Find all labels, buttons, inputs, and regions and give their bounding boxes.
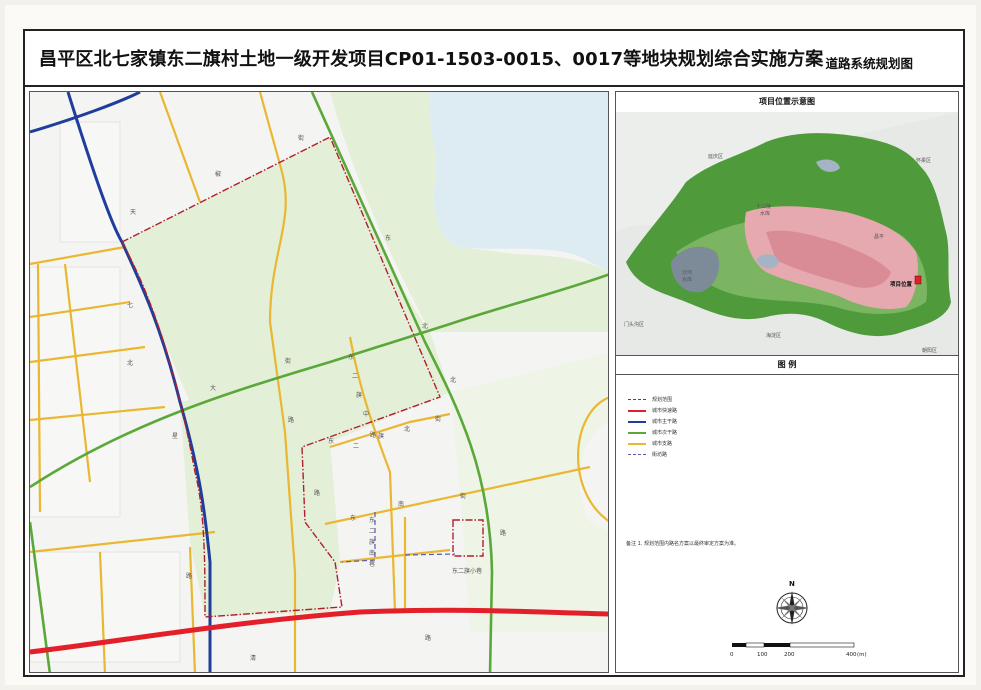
street-label: 东 [348,353,354,361]
scale-bar: 0 100 200 400 (m) [726,637,876,667]
street-label: 路 [500,529,506,537]
water-area [429,92,608,271]
main-map[interactable]: 街 椒 天 东 北 七 大 街 东 二 旗 中 路 北 路 东 二 旗 北 街 … [29,91,609,673]
legend-label: 街坊路 [652,452,668,458]
title-bar: 昌平区北七家镇东二旗村土地一级开发项目CP01-1503-0015、0017等地… [25,31,963,87]
road-network-svg: 街 椒 天 东 北 七 大 街 东 二 旗 中 路 北 路 东 二 旗 北 街 … [30,92,608,672]
expressway-swatch [628,409,646,412]
street-label: 北 [127,359,133,367]
place-label: 怀柔区 [916,157,931,164]
street-swatch [628,454,646,455]
street-label: 街 [298,134,304,142]
street-label: 东 [385,234,391,242]
legend-item-arterial: 城市主干路 [628,416,677,427]
street-label: 路 [425,634,431,642]
place-label: 延庆区 [708,153,723,160]
place-label: 十三陵 [756,203,771,210]
street-label: 椒 [215,170,221,178]
place-label: 海淀区 [766,332,781,339]
street-label: 街 [285,357,291,365]
street-label: 街 [435,415,441,423]
secondary-swatch [628,431,646,434]
legend-item-street: 街坊路 [628,449,677,460]
north-arrow: N [772,578,812,628]
branch-swatch [628,442,646,445]
street-label: 星 [172,433,178,440]
side-panel: 项目位置示意图 延庆区 怀柔区 十三陵 水库 昌平 沙河 水库 门头沟区 海淀区… [615,91,959,673]
scale-segment [764,643,790,647]
scale-bar-svg: 0 100 200 400 (m) [730,642,867,658]
place-label: 昌平 [874,234,884,240]
street-label: 南 [398,500,404,508]
street-label: 二 [369,528,375,535]
street-label: 东 [369,516,375,524]
scale-segment [732,643,746,647]
street-label: 路 [186,572,192,580]
street-label: 二 [353,443,359,450]
street-label: 二 [352,373,358,380]
street-label: 七 [127,301,133,309]
location-map[interactable]: 延庆区 怀柔区 十三陵 水库 昌平 沙河 水库 门头沟区 海淀区 朝阳区 项目位… [616,112,958,356]
street-label: 路 [370,431,376,439]
sheet: 昌平区北七家镇东二旗村土地一级开发项目CP01-1503-0015、0017等地… [5,5,976,685]
place-label: 沙河 [682,269,692,276]
street-label: 中 [363,410,369,418]
legend-label: 城市次干路 [652,430,678,436]
legend-item-secondary: 城市次干路 [628,427,677,438]
legend-label: 城市主干路 [652,419,678,425]
legend-item-branch: 城市支路 [628,438,677,449]
scale-tick: 400 [846,652,857,658]
compass-svg: N [775,580,809,625]
street-label: 大 [210,384,216,392]
street-label: 旗 [356,391,362,399]
location-map-svg: 延庆区 怀柔区 十三陵 水库 昌平 沙河 水库 门头沟区 海淀区 朝阳区 项目位… [616,112,958,355]
street-label: 北 [404,425,410,433]
legend-label: 城市支路 [652,441,673,447]
legend: 规划范围 城市快速路 城市主干路 城市次干路 城市支路 街坊路 [628,394,677,460]
plan-title: 昌平区北七家镇东二旗村土地一级开发项目CP01-1503-0015、0017等地… [39,49,824,70]
street-label: 天 [130,209,136,216]
legend-label: 城市快速路 [652,408,678,414]
north-label: N [789,580,795,588]
street-label: 北 [450,376,456,384]
block-northwest [59,121,121,243]
place-label: 水库 [760,210,770,217]
scale-tick: 100 [757,652,768,658]
legend-note: 备注 1. 规划范围内路名方案以最终审定方案为准。 [626,541,739,547]
plan-subtitle: 道路系统规划图 [825,55,913,71]
block-southwest [30,551,181,663]
location-map-title: 项目位置示意图 [616,92,958,113]
scale-segment [789,642,855,648]
street-label: 清 [250,654,256,662]
scale-unit: (m) [857,652,867,658]
arterial-swatch [628,420,646,423]
legend-label: 规划范围 [652,397,673,403]
legend-item-boundary: 规划范围 [628,394,677,405]
street-label: 旗 [369,538,375,546]
project-location-label: 项目位置 [890,280,913,288]
scale-tick: 200 [784,652,795,658]
street-label: 东 [350,514,356,522]
map-frame: 昌平区北七家镇东二旗村土地一级开发项目CP01-1503-0015、0017等地… [23,29,965,677]
scale-tick: 0 [730,652,734,658]
project-marker [914,275,922,285]
street-label: 巷 [369,560,375,568]
street-label: 街 [460,492,466,500]
street-label: 东二旗小巷 [452,567,482,575]
legend-title: 图 例 [616,356,958,375]
scale-labels: 0 100 200 400 (m) [730,652,867,658]
place-label: 水库 [682,276,692,283]
street-label: 路 [288,416,294,424]
legend-item-expressway: 城市快速路 [628,405,677,416]
street-label: 东 [328,437,334,445]
street-label: 南 [369,549,375,557]
place-label: 朝阳区 [922,347,937,354]
street-label: 北 [422,322,428,330]
street-label: 旗 [378,432,384,440]
boundary-swatch [628,399,646,400]
place-label: 门头沟区 [624,321,644,328]
street-label: 路 [314,489,320,497]
scale-segment [745,642,765,648]
